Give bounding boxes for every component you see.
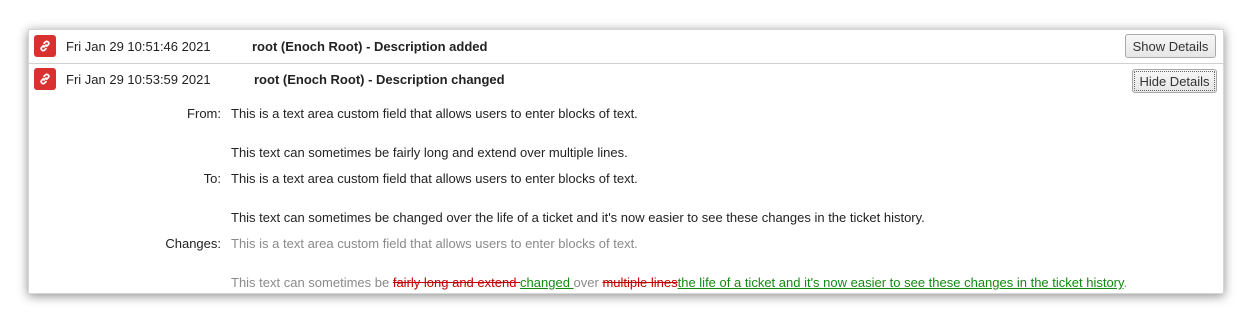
entry-description: root (Enoch Root) - Description changed [254, 72, 505, 87]
entry-timestamp: Fri Jan 29 10:51:46 2021 [66, 39, 211, 54]
diff-deleted-text: fairly long and extend [392, 275, 521, 290]
changes-diff-line: This text can sometimes be fairly long a… [231, 275, 1127, 290]
from-value-line: This is a text area custom field that al… [231, 106, 638, 121]
link-icon[interactable] [34, 35, 56, 57]
history-entry: Fri Jan 29 10:51:46 2021 root (Enoch Roo… [29, 30, 1223, 64]
diff-deleted-text: multiple lines [602, 275, 678, 290]
show-details-button[interactable]: Show Details [1125, 34, 1216, 58]
to-label: To: [203, 171, 221, 186]
hide-details-button[interactable]: Hide Details [1132, 69, 1217, 93]
to-value-line: This is a text area custom field that al… [231, 171, 638, 186]
to-value-line: This text can sometimes be changed over … [231, 210, 925, 225]
diff-unchanged-text: . [1123, 275, 1128, 290]
from-value-line: This text can sometimes be fairly long a… [231, 145, 628, 160]
transaction-history-panel: Fri Jan 29 10:51:46 2021 root (Enoch Roo… [28, 29, 1224, 294]
changes-value-line: This is a text area custom field that al… [231, 236, 638, 251]
diff-inserted-text: the life of a ticket and it's now easier… [677, 275, 1124, 290]
history-entry: Fri Jan 29 10:53:59 2021 root (Enoch Roo… [29, 64, 1223, 293]
diff-unchanged-text: This text can sometimes be [231, 275, 393, 290]
diff-unchanged-text: over [573, 275, 603, 290]
link-icon[interactable] [34, 68, 56, 90]
diff-inserted-text: changed [520, 275, 574, 290]
changes-label: Changes: [165, 236, 221, 251]
entry-timestamp: Fri Jan 29 10:53:59 2021 [66, 72, 211, 87]
from-label: From: [187, 106, 221, 121]
entry-description: root (Enoch Root) - Description added [252, 39, 488, 54]
